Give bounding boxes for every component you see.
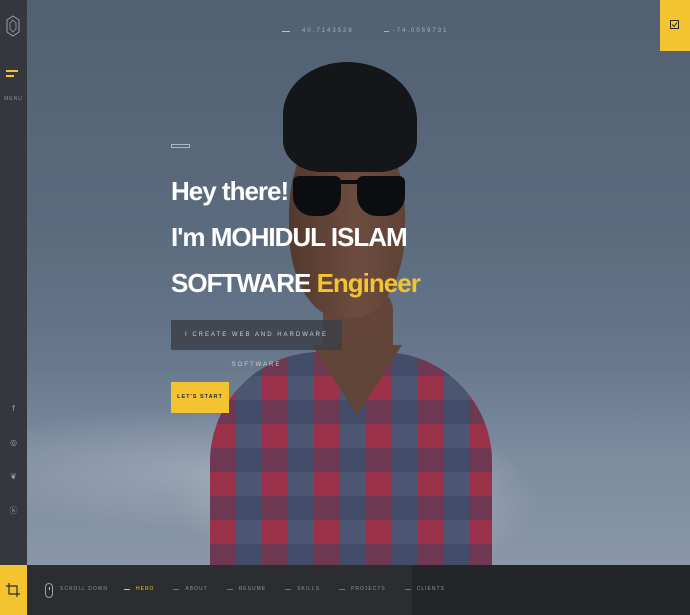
headline-line-3: SOFTWARE Engineer	[171, 260, 421, 306]
menu-label: MENU	[4, 96, 23, 102]
logo-icon[interactable]	[6, 15, 20, 37]
menu-button[interactable]	[6, 68, 22, 80]
mail-check-icon	[670, 20, 679, 29]
nav-item-about[interactable]: ABOUT	[173, 586, 207, 592]
contact-button[interactable]	[660, 0, 690, 51]
nav-item-resume[interactable]: RESUME	[226, 586, 266, 592]
twitter-icon[interactable]: ❦	[0, 464, 27, 498]
headline-line-1: Hey there!	[171, 176, 289, 206]
latitude: 40.7143528	[302, 28, 354, 34]
instagram-icon[interactable]: ◎	[0, 430, 27, 464]
headline-accent: Engineer	[316, 268, 421, 298]
scroll-top-button[interactable]	[0, 565, 27, 615]
left-rail: MENU f ◎ ❦ ⓚ	[0, 0, 27, 565]
crop-icon	[6, 583, 20, 597]
facebook-icon[interactable]: f	[0, 396, 27, 430]
coord-dash	[282, 30, 290, 32]
section-nav: HERO ABOUT RESUME SKILLS PROJECTS CLIENT…	[124, 586, 464, 592]
hero-tagline: I CREATE WEB AND HARDWARE SOFTWARE	[171, 320, 342, 368]
hero-headline: Hey there! I'm MOHIDUL ISLAM SOFTWARE En…	[171, 168, 421, 306]
nav-item-clients[interactable]: CLIENTS	[404, 586, 445, 592]
coord-dash	[383, 30, 389, 32]
nav-item-skills[interactable]: SKILLS	[285, 586, 320, 592]
nav-item-hero[interactable]: HERO	[124, 586, 154, 592]
lets-start-button[interactable]: LET'S START	[171, 382, 229, 413]
coordinates: 40.7143528 -74.0059731	[282, 26, 448, 36]
social-links: f ◎ ❦ ⓚ	[0, 396, 27, 532]
vk-icon[interactable]: ⓚ	[0, 498, 27, 532]
decorative-line	[171, 144, 190, 148]
mouse-icon	[45, 583, 53, 598]
scroll-down-label[interactable]: SCROLL DOWN	[60, 586, 108, 592]
longitude: -74.0059731	[392, 28, 449, 34]
nav-item-projects[interactable]: PROJECTS	[339, 586, 386, 592]
headline-line-2: I'm MOHIDUL ISLAM	[171, 222, 408, 252]
bottom-bar: SCROLL DOWN HERO ABOUT RESUME SKILLS PRO…	[0, 565, 690, 615]
headline-role: SOFTWARE	[171, 268, 311, 298]
